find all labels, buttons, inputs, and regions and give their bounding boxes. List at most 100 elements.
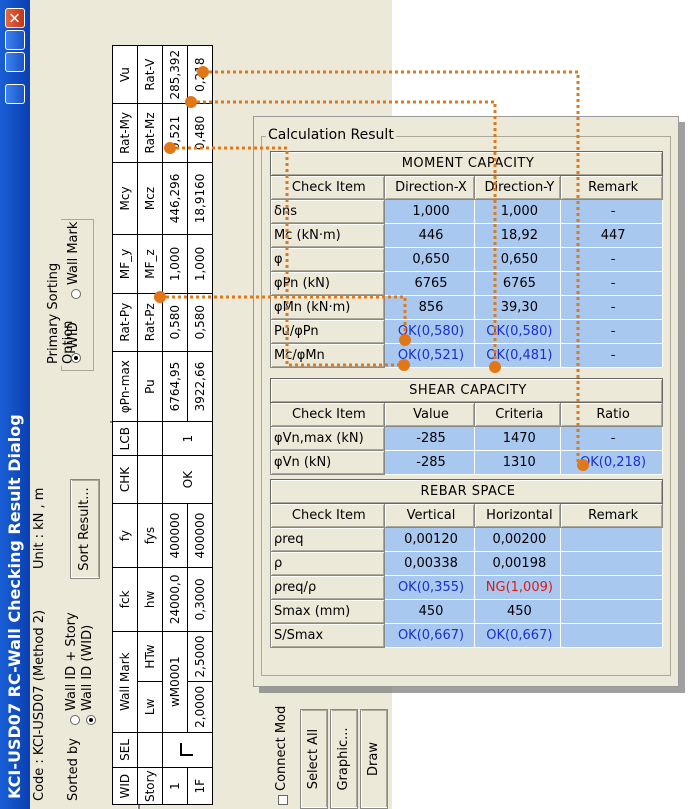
table-row[interactable]: 1 wM0001 24000,0 400000 OK 1 6764,95 0,5… [162,45,213,805]
header-cell[interactable]: Wall Mark [112,631,138,733]
ok-value-cell: OK(0,218) [560,450,663,475]
graphic-button[interactable]: Graphic... [330,709,358,809]
header-cell[interactable]: HTw [137,631,163,682]
calculation-result-title: Calculation Result [266,127,396,143]
table-row: φMn (kN·m) 856 39,30 - [270,295,663,320]
table-row: ρreq/ρ OK(0,355) NG(1,009) [270,575,663,600]
shear-section-title: SHEAR CAPACITY [270,378,663,403]
header-cell[interactable]: Rat-Pz [137,293,163,352]
sort-wall-id-radio[interactable] [86,715,96,725]
header-cell[interactable]: Rat-My [112,103,138,163]
select-all-button[interactable]: Select All [300,709,328,809]
header-cell[interactable]: Mcy [112,162,138,235]
cell-mf-y: 1,000 [162,234,188,294]
value-cell: 1310 [474,450,562,475]
sel-checkbox[interactable] [162,732,213,768]
row-label: φ [270,247,385,272]
shear-capacity-table: SHEAR CAPACITY Check Item Value Criteria… [270,378,663,475]
minimize-icon[interactable] [5,52,25,72]
primary-sort-wid-radio[interactable] [71,353,81,363]
header-cell[interactable]: fck [112,567,138,632]
header-cell[interactable]: fys [137,503,163,568]
ok-value-cell: OK(0,667) [474,623,562,648]
cell-lw: 2,0000 [187,681,213,733]
value-cell: 450 [474,599,562,624]
header-cell[interactable]: MF_y [112,234,138,294]
header-cell[interactable]: Rat-Mz [137,103,163,163]
cell-rat-v: 0,218 [187,45,213,104]
value-cell: - [560,247,663,272]
wall-result-grid: WID SEL Wall Mark fck fy CHK LCB φPn-max… [112,45,213,805]
value-cell: 0,00200 [474,527,562,552]
close-icon[interactable]: ✕ [5,8,25,28]
header-cell[interactable]: Pu [137,351,163,422]
value-cell: 0,00198 [474,551,562,576]
table-row: ρ 0,00338 0,00198 [270,551,663,576]
primary-sort-wallmark-radio[interactable] [71,289,81,299]
value-cell [560,599,663,624]
row-label: φVn,max (kN) [270,426,385,451]
value-cell: 450 [383,599,476,624]
header-cell[interactable]: fy [112,503,138,568]
value-cell: - [560,343,663,368]
cell-chk: OK [162,455,213,504]
header-cell[interactable]: Lw [137,681,163,733]
cell-story: 1F [187,767,213,805]
header-cell[interactable]: CHK [112,455,138,504]
header-cell[interactable]: φPn-max [112,351,138,422]
header-cell[interactable]: MF_z [137,234,163,294]
header-cell[interactable] [137,732,163,768]
moment-capacity-table: MOMENT CAPACITY Check Item Direction-X D… [270,151,663,368]
sort-wall-id-story-radio[interactable] [70,715,80,725]
shear-header: Value [383,402,476,427]
header-cell[interactable]: Story [137,767,163,805]
cell-vu: 285,392 [162,45,188,104]
cell-rat-py: 0,580 [162,293,188,352]
row-label: ρreq/ρ [270,575,385,600]
value-cell: 1,000 [383,199,476,224]
row-label: φPn (kN) [270,271,385,296]
table-row: φ 0,650 0,650 - [270,247,663,272]
table-row: δns 1,000 1,000 - [270,199,663,224]
connect-mode-checkbox[interactable] [278,795,288,805]
header-cell[interactable]: SEL [112,732,138,768]
header-cell[interactable]: Mcz [137,162,163,235]
header-cell[interactable]: Rat-Py [112,293,138,352]
value-cell: 856 [383,295,476,320]
header-cell[interactable] [137,421,163,456]
header-cell[interactable]: LCB [112,421,138,456]
table-row: ρreq 0,00120 0,00200 [270,527,663,552]
table-row: S/Smax OK(0,667) OK(0,667) [270,623,663,648]
table-row: Mc (kN·m) 446 18,92 447 [270,223,663,248]
moment-header: Check Item [270,175,385,200]
table-row: φVn,max (kN) -285 1470 - [270,426,663,451]
value-cell: 447 [560,223,663,248]
header-cell[interactable] [137,455,163,504]
row-label: δns [270,199,385,224]
rebar-section-title: REBAR SPACE [270,479,663,504]
header-cell[interactable]: Vu [112,45,138,104]
sort-result-button[interactable]: Sort Result... [70,479,100,579]
rebar-header: Horizontal [474,503,562,528]
value-cell: - [560,199,663,224]
cell-mcy: 446,296 [162,162,188,235]
header-cell[interactable]: Rat-V [137,45,163,104]
row-label: Mc/φMn [270,343,385,368]
header-cell[interactable]: WID [112,767,138,805]
row-label: S/Smax [270,623,385,648]
moment-header: Direction-Y [474,175,562,200]
maximize-icon[interactable] [5,30,25,50]
ok-value-cell: OK(0,580) [474,319,562,344]
value-cell: 18,92 [474,223,562,248]
table-row: Pu/φPn OK(0,580) OK(0,580) - [270,319,663,344]
moment-header: Direction-X [383,175,476,200]
draw-button[interactable]: Draw [360,709,388,809]
ok-value-cell: OK(0,521) [383,343,476,368]
row-label: φVn (kN) [270,450,385,475]
header-cell[interactable]: hw [137,567,163,632]
code-label: Code : KCI-USD07 (Method 2) [32,609,47,801]
primary-sort-option: Wall Mark [66,221,81,285]
help-icon[interactable] [5,84,25,104]
moment-section-title: MOMENT CAPACITY [270,151,663,176]
ok-value-cell: OK(0,580) [383,319,476,344]
